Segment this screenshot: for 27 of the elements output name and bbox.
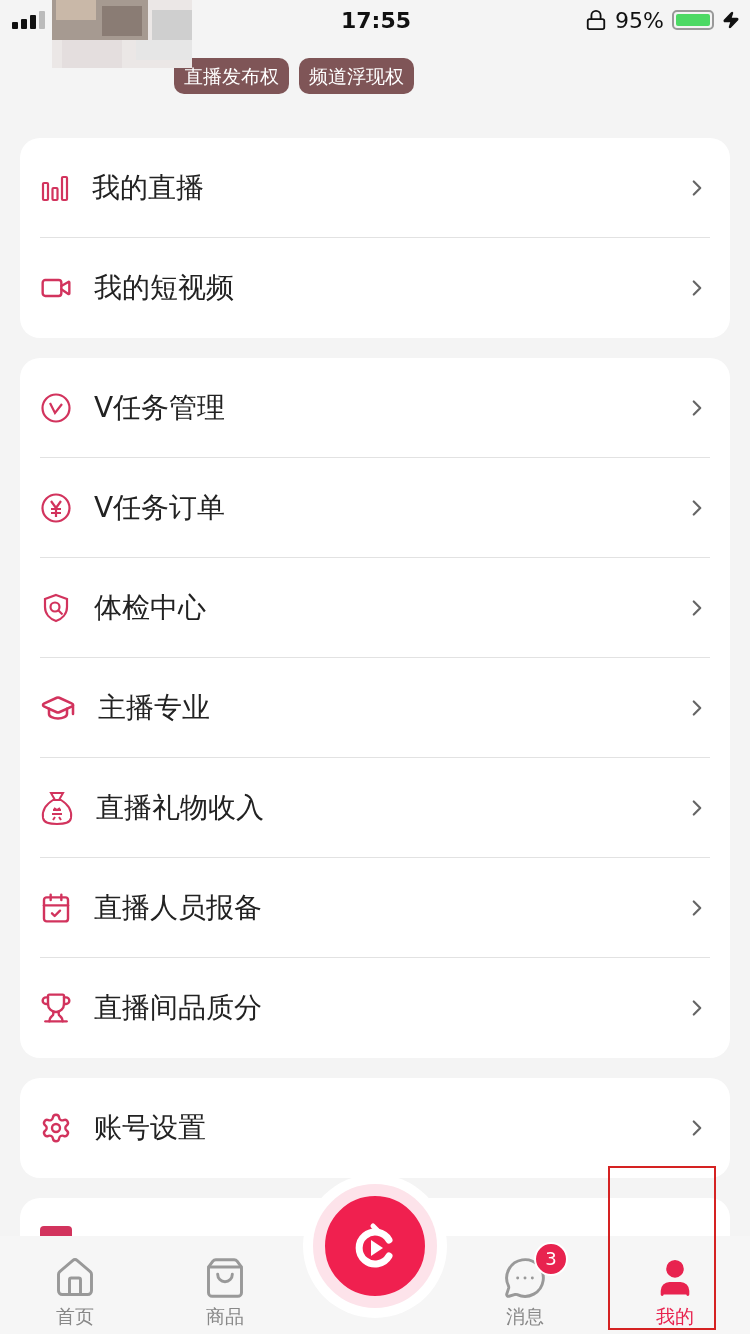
menu-label: 直播礼物收入 xyxy=(96,789,265,826)
battery-percent: 95% xyxy=(615,7,664,33)
menu-item[interactable]: 直播人员报备 xyxy=(40,858,710,958)
menu-label: V任务订单 xyxy=(94,489,227,526)
menu-item[interactable]: V任务管理 xyxy=(40,358,710,458)
menu-label: 主播专业 xyxy=(98,689,211,726)
menu-item[interactable]: 账号设置 xyxy=(40,1078,710,1178)
privilege-tag: 直播发布权 xyxy=(174,58,289,94)
privilege-tag: 频道浮现权 xyxy=(299,58,414,94)
menu-item[interactable]: 主播专业 xyxy=(40,658,710,758)
menu-label: 体检中心 xyxy=(94,589,207,626)
menu-item[interactable]: 直播礼物收入 xyxy=(40,758,710,858)
menu-label: 我的短视频 xyxy=(94,270,235,306)
menu-item[interactable]: 体检中心 xyxy=(40,558,710,658)
menu-item[interactable]: 直播间品质分 xyxy=(40,958,710,1058)
menu-label: 账号设置 xyxy=(94,1110,207,1146)
tab[interactable]: 我的 xyxy=(600,1236,750,1334)
unread-badge: 3 xyxy=(534,1242,568,1276)
menu-label: 我的直播 xyxy=(92,169,205,206)
menu-item[interactable]: 我的短视频 xyxy=(40,238,710,338)
menu-label: 直播人员报备 xyxy=(94,889,263,926)
tab[interactable]: 3 消息 xyxy=(450,1236,600,1334)
menu-item[interactable]: 我的直播 xyxy=(40,138,710,238)
menu-label: V任务管理 xyxy=(94,389,227,426)
menu-label: 直播间品质分 xyxy=(94,990,263,1026)
status-time: 17:55 xyxy=(341,7,411,33)
menu-item[interactable]: V任务订单 xyxy=(40,458,710,558)
